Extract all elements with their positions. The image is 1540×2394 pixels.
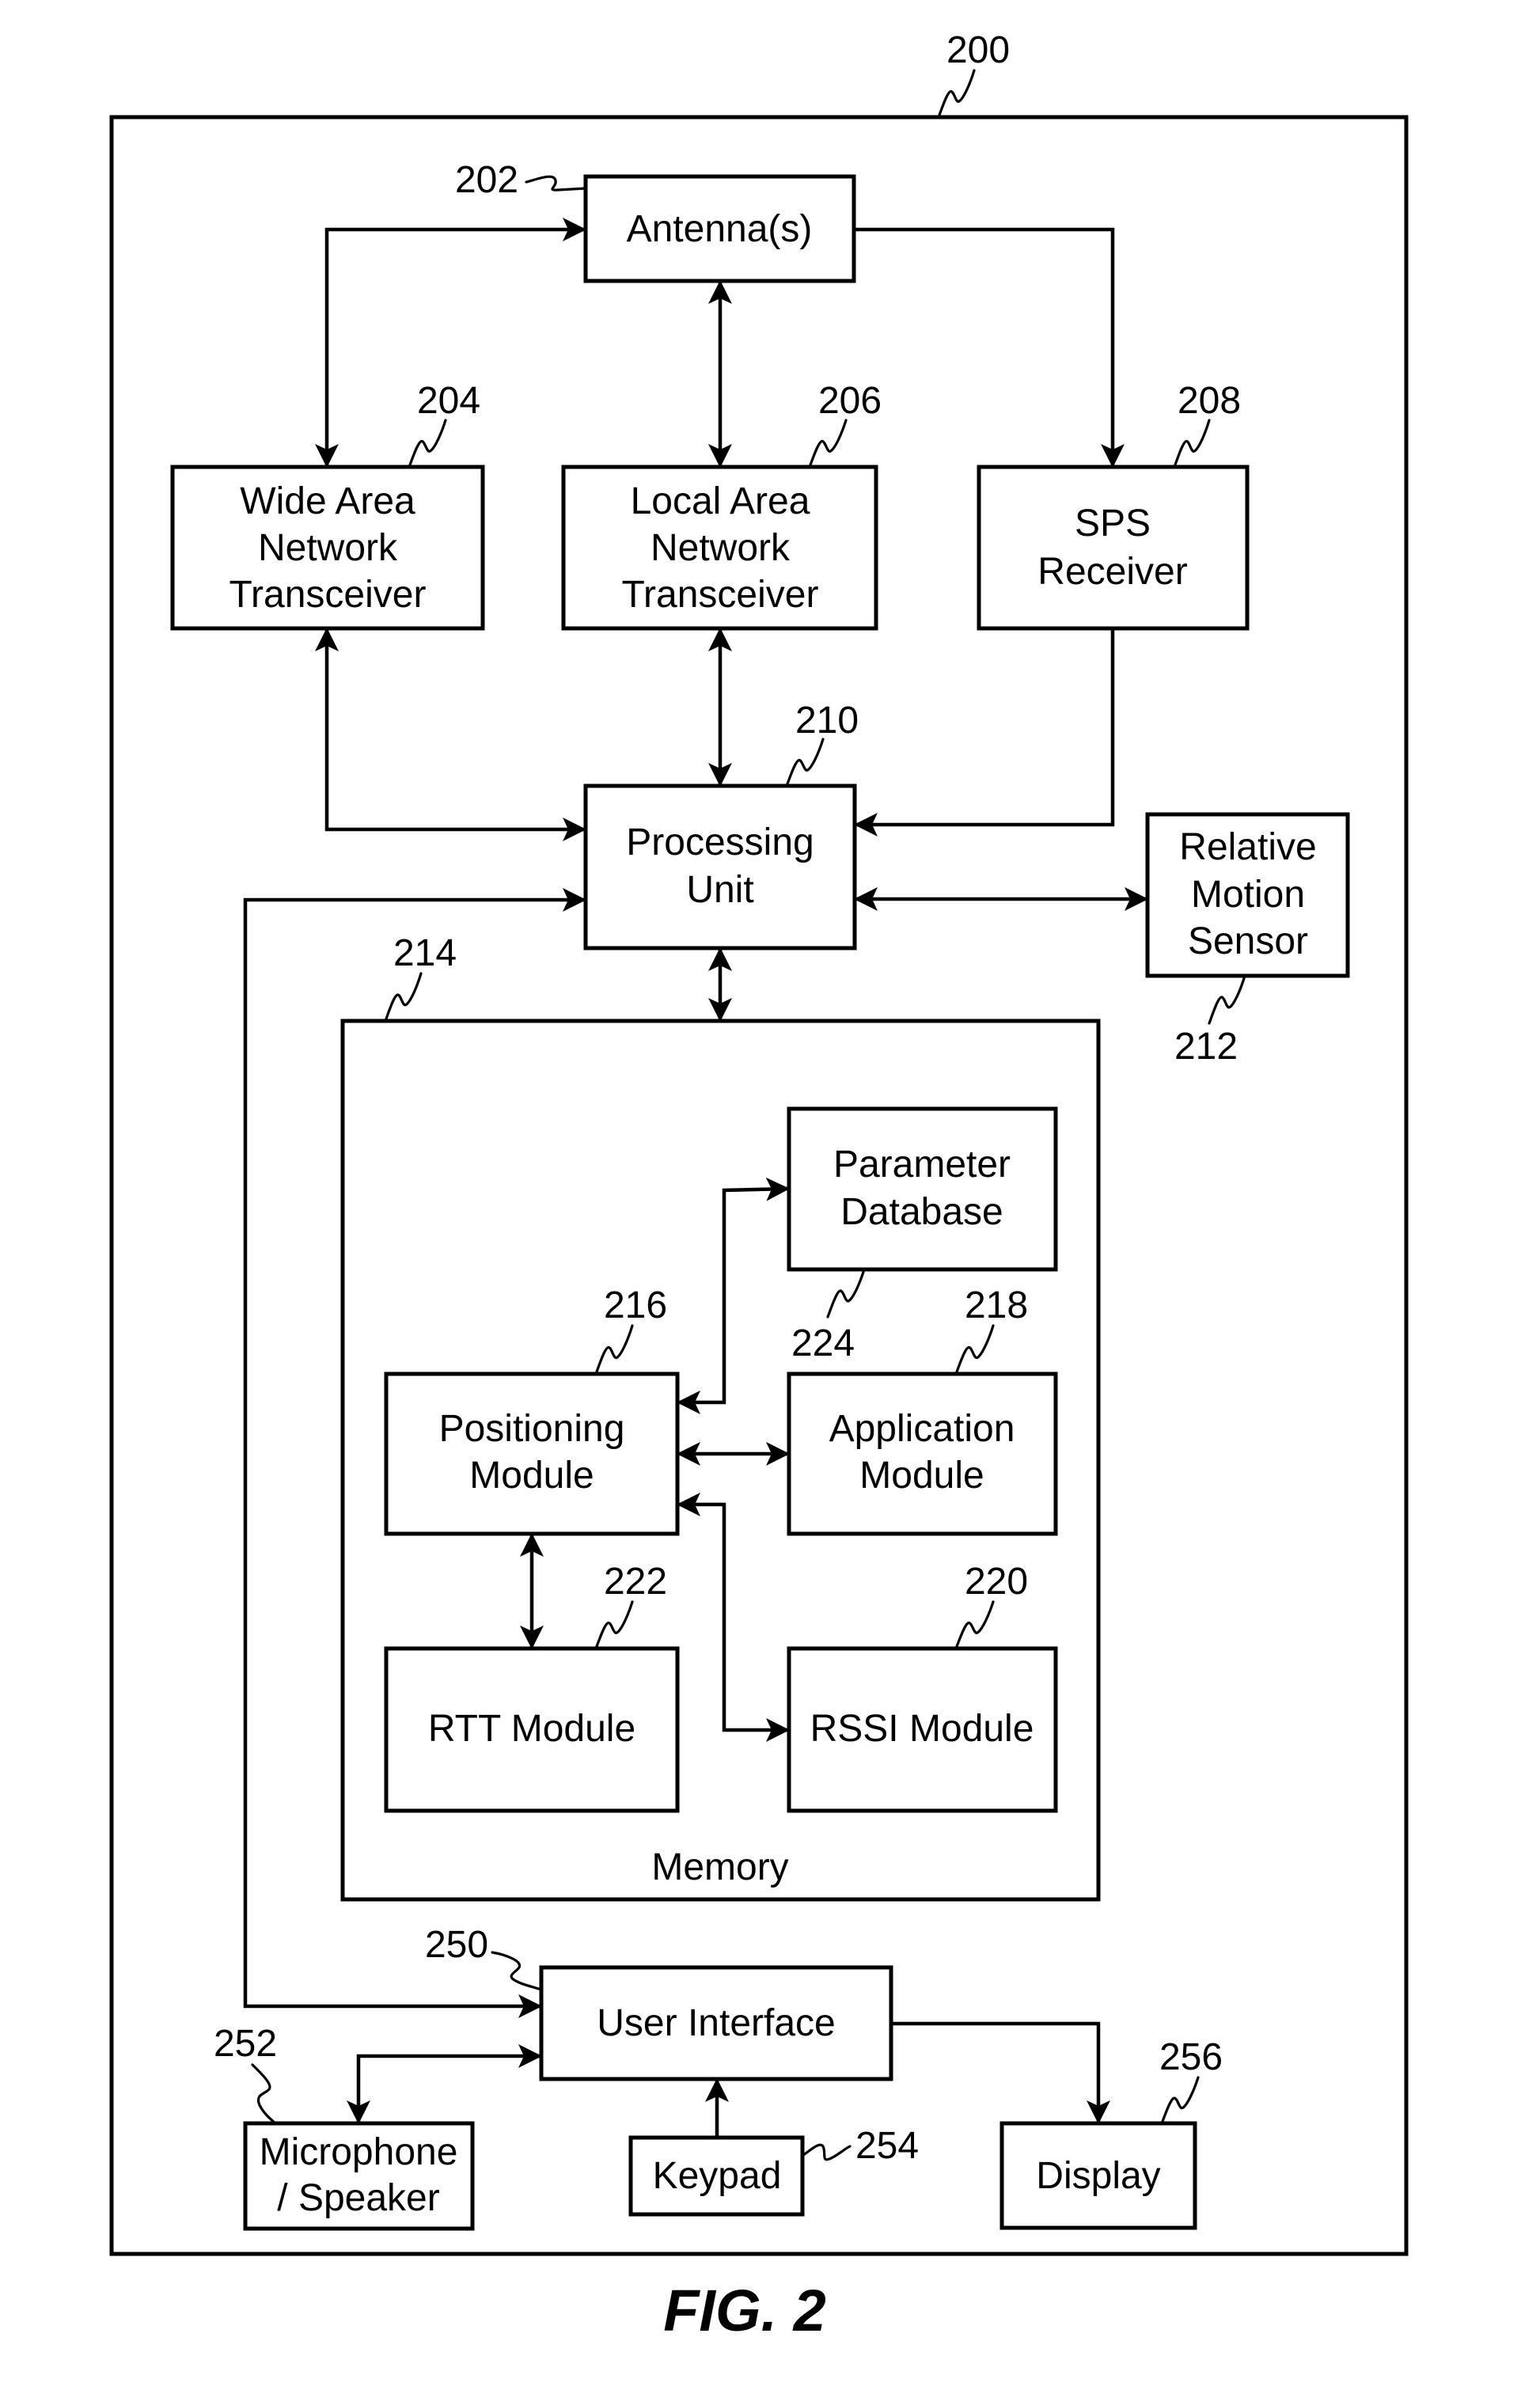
ref-224: 224 (791, 1322, 855, 1364)
relative-motion-sensor-label-line-1: Relative (1179, 826, 1316, 868)
processing-unit-label-line-1: Processing (626, 821, 814, 863)
block-positioning-module: Positioning Module (384, 1372, 680, 1536)
parameter-database-label-line-1: Parameter (833, 1144, 1011, 1186)
ref-252: 252 (214, 2023, 277, 2065)
wan-transceiver-label-line-1: Wide Area (240, 480, 415, 522)
microphone-speaker-label-line-1: Microphone (260, 2131, 458, 2173)
block-parameter-database: Parameter Database (787, 1106, 1058, 1272)
ref-206: 206 (818, 380, 882, 422)
block-application-module: Application Module (787, 1372, 1058, 1536)
relative-motion-sensor-label-line-2: Motion (1191, 874, 1305, 916)
ref-216: 216 (604, 1284, 667, 1326)
block-antenna: Antenna(s) (583, 174, 856, 283)
block-user-interface: User Interface (539, 1965, 893, 2081)
sps-receiver-box (977, 465, 1250, 631)
rssi-module-label: RSSI Module (810, 1708, 1034, 1750)
ref-210: 210 (795, 700, 859, 742)
ref-212: 212 (1174, 1026, 1238, 1068)
block-processing-unit: Processing Unit (583, 783, 857, 950)
processing-unit-box (583, 783, 857, 950)
ref-256: 256 (1159, 2036, 1223, 2078)
block-sps-receiver: SPS Receiver (977, 465, 1250, 631)
rtt-module-label: RTT Module (428, 1708, 635, 1750)
application-module-label-line-1: Application (829, 1408, 1015, 1450)
ref-200: 200 (946, 29, 1010, 71)
lan-transceiver-label-line-1: Local Area (631, 480, 810, 522)
processing-unit-label-line-2: Unit (686, 869, 753, 911)
lan-transceiver-label-line-3: Transceiver (622, 574, 819, 616)
figure-caption: FIG. 2 (663, 2278, 826, 2343)
parameter-database-label-line-2: Database (840, 1191, 1003, 1233)
sps-receiver-label-line-1: SPS (1075, 503, 1151, 544)
parameter-database-box (787, 1106, 1058, 1272)
lan-transceiver-label-line-2: Network (651, 527, 791, 569)
positioning-module-box (384, 1372, 680, 1536)
block-display: Display (999, 2121, 1197, 2230)
application-module-box (787, 1372, 1058, 1536)
block-rssi-module: RSSI Module (787, 1646, 1058, 1813)
block-diagram: Antenna(s) Wide Area Network Transceiver… (0, 0, 1540, 2394)
wan-transceiver-label-line-3: Transceiver (229, 574, 427, 616)
block-wan-transceiver: Wide Area Network Transceiver (170, 465, 485, 631)
block-rtt-module: RTT Module (384, 1646, 680, 1813)
display-label: Display (1036, 2155, 1160, 2197)
ref-202: 202 (455, 159, 518, 201)
ref-220: 220 (965, 1561, 1028, 1603)
ref-222: 222 (604, 1561, 667, 1603)
positioning-module-label-line-1: Positioning (439, 1408, 625, 1450)
block-keypad: Keypad (628, 2135, 805, 2217)
ref-218: 218 (965, 1284, 1028, 1326)
user-interface-label: User Interface (597, 2002, 835, 2044)
relative-motion-sensor-label-line-3: Sensor (1188, 920, 1308, 962)
keypad-label: Keypad (653, 2155, 782, 2197)
positioning-module-label-line-2: Module (469, 1455, 594, 1497)
block-microphone-speaker: Microphone / Speaker (243, 2121, 475, 2231)
block-relative-motion-sensor: Relative Motion Sensor (1145, 812, 1350, 978)
microphone-speaker-label-line-2: / Speaker (277, 2177, 439, 2219)
antenna-label: Antenna(s) (627, 208, 813, 250)
block-lan-transceiver: Local Area Network Transceiver (561, 465, 878, 631)
wan-transceiver-label-line-2: Network (258, 527, 398, 569)
ref-214: 214 (393, 932, 457, 974)
ref-208: 208 (1178, 380, 1241, 422)
ref-250: 250 (425, 1924, 488, 1966)
memory-label: Memory (651, 1846, 788, 1888)
sps-receiver-label-line-2: Receiver (1037, 551, 1187, 593)
ref-254: 254 (855, 2125, 919, 2167)
application-module-label-line-2: Module (859, 1455, 984, 1497)
ref-204: 204 (417, 380, 480, 422)
